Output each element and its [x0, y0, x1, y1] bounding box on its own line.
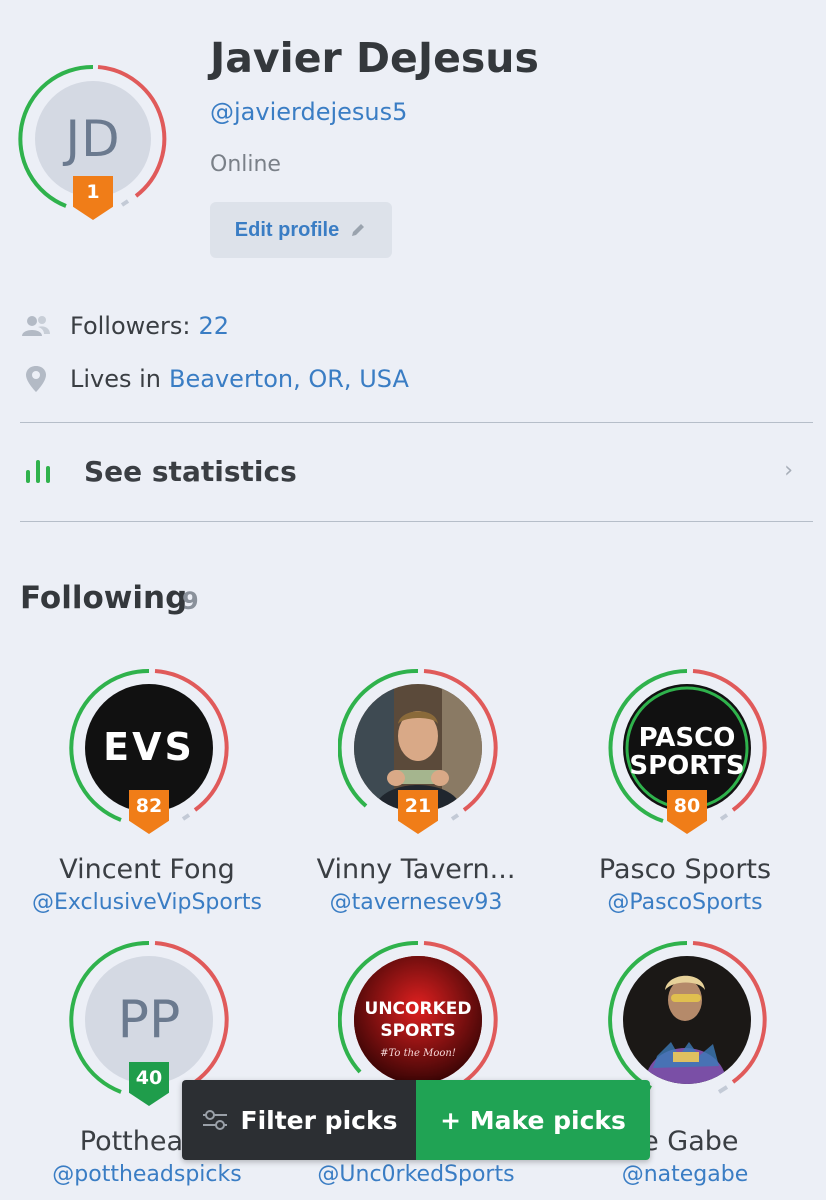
following-name: Pasco Sports [598, 854, 772, 885]
uncorked-sports-logo: UNCORKED SPORTS #To the Moon! [354, 956, 482, 1084]
bottom-action-bar: Filter picks + Make picks [182, 1080, 650, 1160]
following-card[interactable]: EVS 82 Vincent Fong @ExclusiveVipSports [12, 668, 282, 928]
see-statistics-label: See statistics [84, 454, 297, 488]
following-handle[interactable]: @nategabe [550, 1162, 820, 1187]
pencil-icon [352, 224, 365, 236]
divider-top [20, 422, 813, 423]
divider-bottom [20, 521, 813, 522]
following-title: Following [20, 580, 188, 616]
location-link[interactable]: Beaverton, OR, USA [169, 365, 409, 393]
followers-label: Followers: [70, 312, 191, 340]
following-card[interactable]: UNCORKED SPORTS #To the Moon! @Unc0rkedS… [281, 940, 551, 1200]
edit-profile-label: Edit profile [234, 218, 340, 241]
filter-picks-button[interactable]: Filter picks [182, 1080, 416, 1160]
following-name: Vinny Tavern... [316, 854, 516, 885]
filter-picks-label: Filter picks [240, 1105, 398, 1135]
chevron-right-icon: › [784, 458, 793, 483]
following-handle[interactable]: @tavernesev93 [281, 890, 551, 915]
see-statistics-row[interactable]: See statistics › [20, 430, 813, 512]
following-handle[interactable]: @Unc0rkedSports [281, 1162, 551, 1187]
svg-text:SPORTS: SPORTS [629, 751, 744, 781]
svg-text:UNCORKED: UNCORKED [365, 999, 472, 1019]
make-picks-label: + Make picks [440, 1105, 626, 1135]
svg-text:SPORTS: SPORTS [380, 1021, 455, 1041]
svg-text:#To the Moon!: #To the Moon! [380, 1048, 456, 1059]
people-icon [20, 310, 52, 342]
followers-count[interactable]: 22 [199, 312, 230, 340]
avatar-photo [623, 956, 751, 1084]
following-card[interactable]: te Gabe @nategabe [550, 940, 820, 1200]
location-pin-icon [20, 363, 52, 395]
profile-handle[interactable]: @javierdejesus5 [210, 98, 407, 126]
bar-chart-icon [26, 460, 50, 483]
following-card[interactable]: PP 40 Pottheads @pottheadspicks [12, 940, 282, 1200]
svg-text:EVS: EVS [103, 725, 195, 769]
edit-profile-button[interactable]: Edit profile [210, 202, 392, 258]
followers-row: Followers: 22 [20, 310, 229, 342]
svg-text:PASCO: PASCO [639, 723, 736, 753]
location-row: Lives in Beaverton, OR, USA [20, 363, 409, 395]
following-handle[interactable]: @ExclusiveVipSports [12, 890, 282, 915]
following-name: Vincent Fong [59, 854, 235, 885]
sliders-icon [202, 1110, 227, 1130]
following-card[interactable]: 21 Vinny Tavern... @tavernesev93 [281, 668, 551, 928]
lives-in-label: Lives in [70, 365, 162, 393]
following-handle[interactable]: @pottheadspicks [12, 1162, 282, 1187]
following-handle[interactable]: @PascoSports [550, 890, 820, 915]
make-picks-button[interactable]: + Make picks [416, 1080, 650, 1160]
following-count: 9 [182, 587, 199, 615]
profile-name: Javier DeJesus [210, 34, 539, 82]
online-status: Online [210, 152, 281, 177]
following-card[interactable]: PASCO SPORTS 80 Pasco Sports @PascoSport… [550, 668, 820, 928]
profile-avatar[interactable]: JD 1 [18, 64, 168, 220]
